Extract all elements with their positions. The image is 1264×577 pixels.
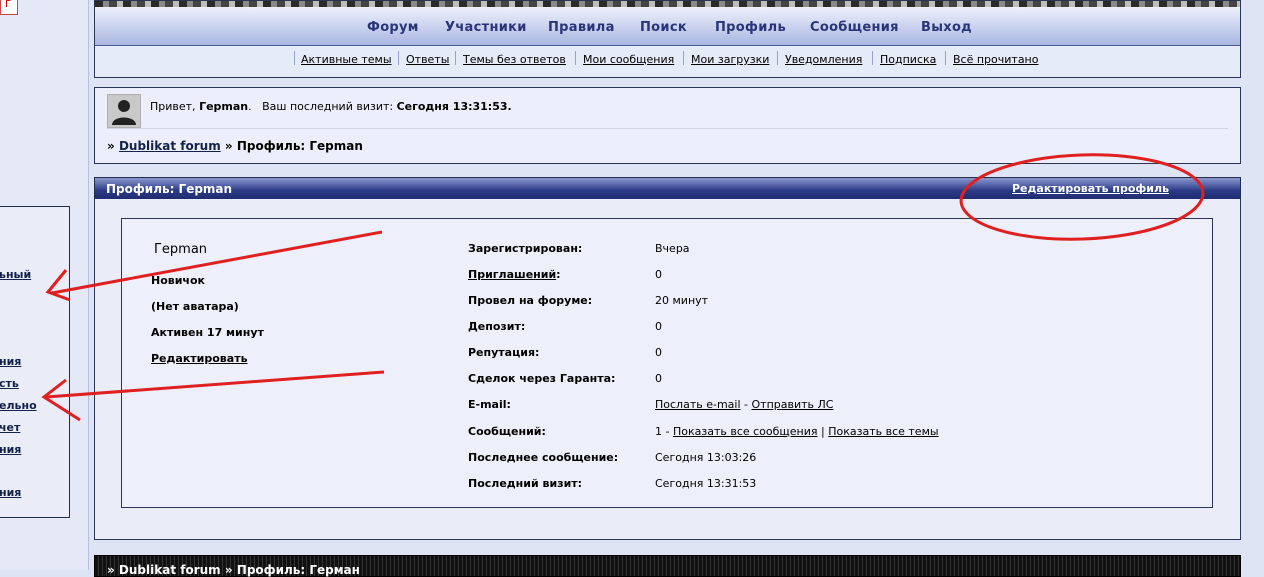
value-invites: 0: [655, 268, 662, 281]
profile-username: Герman: [154, 242, 208, 257]
subnav-my-posts[interactable]: Мои сообщения: [583, 53, 674, 66]
sidebar-link[interactable]: ния: [0, 443, 21, 456]
divider: [872, 51, 873, 65]
user-avatar-icon: [107, 94, 141, 128]
nav-profile[interactable]: Профиль: [715, 20, 786, 35]
label-guarant-deals: Сделок через Гаранта:: [468, 372, 616, 385]
breadcrumb-current: Профиль: Герman: [236, 139, 363, 153]
main-nav: Форум Участники Правила Поиск Профиль Со…: [95, 7, 1240, 46]
show-all-posts-link[interactable]: Показать все сообщения: [673, 425, 818, 438]
value-last-visit: Сегодня 13:31:53: [655, 477, 757, 490]
subnav-active-topics[interactable]: Активные темы: [301, 53, 392, 66]
divider: [107, 128, 1228, 129]
value-last-post: Сегодня 13:03:26: [655, 451, 757, 464]
subnav-replies[interactable]: Ответы: [406, 53, 449, 66]
sidebar-box: ьный ния сть ельно чет ния ния: [0, 206, 70, 518]
label-time-on-forum: Провел на форуме:: [468, 294, 593, 307]
sidebar-link[interactable]: ния: [0, 486, 21, 499]
label-posts: Сообщений:: [468, 425, 546, 438]
divider: [683, 51, 684, 65]
nav-search[interactable]: Поиск: [640, 20, 687, 35]
profile-active-time: Активен 17 минут: [151, 326, 264, 339]
welcome-username: Герman: [199, 100, 249, 113]
value-email: Послать e-mail - Отправить ЛС: [655, 398, 834, 411]
value-guarant-deals: 0: [655, 372, 662, 385]
value-registered: Вчера: [655, 242, 690, 255]
value-deposit: 0: [655, 320, 662, 333]
welcome-panel: Привет, Герman. Ваш последний визит: Сег…: [94, 87, 1241, 164]
subnav-subscriptions[interactable]: Подписка: [880, 53, 936, 66]
show-all-topics-link[interactable]: Показать все темы: [828, 425, 938, 438]
divider: [455, 51, 456, 65]
sub-nav: Активные темы Ответы Темы без ответов Мо…: [95, 47, 1240, 73]
label-email: E-mail:: [468, 398, 511, 411]
nav-messages[interactable]: Сообщения: [810, 20, 899, 35]
sidebar-link[interactable]: сть: [0, 377, 19, 390]
divider: [575, 51, 576, 65]
sidebar-link[interactable]: чет: [0, 421, 20, 434]
label-last-visit: Последний визит:: [468, 477, 583, 490]
label-invites: Приглашений:: [468, 268, 561, 281]
profile-avatar-status: (Нет аватара): [151, 300, 239, 313]
forum-header: Форум Участники Правила Поиск Профиль Со…: [94, 0, 1241, 78]
subnav-unanswered[interactable]: Темы без ответов: [463, 53, 566, 66]
label-deposit: Депозит:: [468, 320, 526, 333]
breadcrumb-forum-link[interactable]: Dublikat forum: [119, 139, 221, 153]
sidebar-link[interactable]: ния: [0, 355, 21, 368]
edit-profile-link[interactable]: Редактировать профиль: [1012, 182, 1169, 195]
profile-body: Герman Новичок (Нет аватара) Активен 17 …: [94, 199, 1241, 540]
subnav-mark-read[interactable]: Всё прочитано: [953, 53, 1038, 66]
nav-logout[interactable]: Выход: [921, 20, 972, 35]
breadcrumb: » Dublikat forum » Профиль: Герman: [107, 139, 363, 153]
profile-edit-link[interactable]: Редактировать: [151, 352, 248, 365]
sidebar-mark: Г: [0, 0, 18, 15]
profile-info-box: Герman Новичок (Нет аватара) Активен 17 …: [121, 218, 1213, 508]
value-time-on-forum: 20 минут: [655, 294, 709, 307]
divider: [777, 51, 778, 65]
sidebar-link[interactable]: ьный: [0, 268, 31, 281]
label-reputation: Репутация:: [468, 346, 540, 359]
label-last-post: Последнее сообщение:: [468, 451, 619, 464]
divider: [294, 51, 295, 65]
divider: [945, 51, 946, 65]
footer-breadcrumb-bar: » Dublikat forum » Профиль: Герман: [94, 555, 1241, 577]
value-posts: 1 - Показать все сообщения | Показать вс…: [655, 425, 939, 438]
label-registered: Зарегистрирован:: [468, 242, 583, 255]
user-silhouette-icon: [112, 100, 136, 125]
nav-forum[interactable]: Форум: [367, 20, 419, 35]
profile-header-bar: Профиль: Герman Редактировать профиль: [94, 177, 1241, 200]
nav-rules[interactable]: Правила: [548, 20, 615, 35]
divider: [398, 51, 399, 65]
welcome-last-visit: Сегодня 13:31:53.: [396, 100, 512, 113]
send-pm-link[interactable]: Отправить ЛС: [752, 398, 834, 411]
send-email-link[interactable]: Послать e-mail: [655, 398, 741, 411]
profile-rank: Новичок: [151, 274, 206, 287]
subnav-notifications[interactable]: Уведомления: [785, 53, 862, 66]
nav-members[interactable]: Участники: [445, 20, 527, 35]
left-sidebar: Г ьный ния сть ельно чет ния ния: [0, 0, 89, 570]
profile-title: Профиль: Герman: [106, 182, 233, 196]
footer-breadcrumb: » Dublikat forum » Профиль: Герман: [107, 563, 360, 577]
sidebar-link[interactable]: ельно: [0, 399, 37, 412]
welcome-text: Привет, Герman. Ваш последний визит: Сег…: [150, 100, 512, 113]
value-reputation: 0: [655, 346, 662, 359]
subnav-my-uploads[interactable]: Мои загрузки: [691, 53, 769, 66]
invites-link[interactable]: Приглашений: [468, 268, 556, 281]
